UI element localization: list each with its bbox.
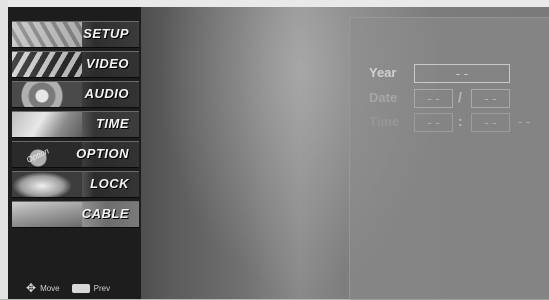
year-field[interactable]: - - — [414, 64, 510, 83]
prev-hint-label: Prev — [93, 283, 111, 293]
year-value: - - — [455, 66, 469, 81]
dpad-icon: ✥ — [26, 281, 37, 295]
menu-item-audio[interactable]: AUDIO — [12, 81, 139, 108]
cable-thumbnail-icon — [12, 202, 82, 227]
menu-item-time[interactable]: TIME — [12, 111, 139, 138]
menu-item-video[interactable]: VIDEO — [12, 51, 139, 78]
day-field[interactable]: - - — [471, 89, 510, 108]
menu-item-cable-label: CABLE — [81, 206, 129, 221]
hour-field[interactable]: - - — [414, 113, 453, 132]
menu-item-cable[interactable]: CABLE — [12, 201, 139, 228]
time-thumbnail-icon — [12, 112, 82, 137]
menu-item-option[interactable]: Option OPTION — [12, 141, 139, 168]
hour-value: - - — [427, 115, 440, 130]
month-value: - - — [427, 91, 440, 106]
menu-item-video-label: VIDEO — [86, 56, 129, 71]
audio-thumbnail-icon — [12, 82, 82, 107]
menu-footer-hints: ✥ Move Prev — [26, 281, 110, 295]
setup-thumbnail-icon — [12, 22, 82, 47]
date-separator: / — [458, 89, 462, 105]
main-menu-sidebar: SETUP VIDEO AUDIO TIME Option OPTION LOC… — [8, 7, 141, 299]
move-hint-label: Move — [40, 283, 60, 293]
month-field[interactable]: - - — [414, 89, 453, 108]
menu-key-icon — [71, 283, 90, 293]
menu-item-lock-label: LOCK — [90, 176, 129, 191]
minute-field[interactable]: - - — [471, 113, 510, 132]
option-thumbnail-icon: Option — [12, 142, 82, 167]
menu-item-lock[interactable]: LOCK — [12, 171, 139, 198]
menu-item-setup-label: SETUP — [83, 26, 129, 41]
video-thumbnail-icon — [12, 52, 82, 77]
option-thumbnail-text: Option — [25, 146, 51, 165]
ampm-field[interactable]: - - — [518, 114, 530, 129]
menu-item-setup[interactable]: SETUP — [12, 21, 139, 48]
clock-settings-panel: Year - - Date - - / - - Time - - : - - -… — [349, 17, 549, 300]
time-separator: : — [458, 113, 463, 129]
time-label: Time — [369, 114, 400, 129]
menu-item-time-label: TIME — [95, 116, 129, 131]
scan-border-left — [0, 0, 8, 299]
menu-item-option-label: OPTION — [76, 146, 129, 161]
year-label: Year — [369, 65, 397, 80]
day-value: - - — [484, 91, 497, 106]
menu-item-audio-label: AUDIO — [84, 86, 129, 101]
lock-thumbnail-icon — [12, 172, 82, 197]
scan-border-top — [0, 0, 549, 7]
date-label: Date — [369, 90, 398, 105]
minute-value: - - — [484, 115, 497, 130]
